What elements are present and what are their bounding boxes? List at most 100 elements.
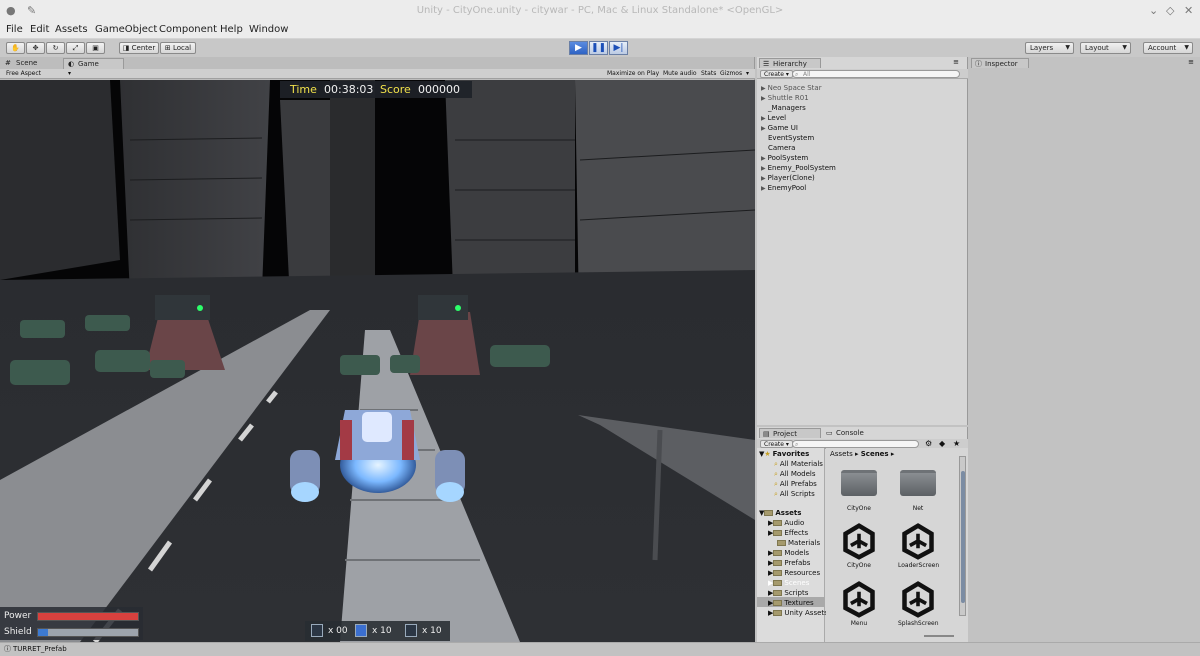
hierarchy-item[interactable]: _Managers xyxy=(768,104,806,112)
mute-audio-toggle[interactable]: Mute audio xyxy=(663,70,697,77)
menu-file[interactable]: File xyxy=(6,24,23,35)
close-icon[interactable]: ✕ xyxy=(1184,4,1193,17)
project-asset-grid: Assets ▸ Scenes ▸ CityOne Net CityOne Lo… xyxy=(826,448,968,642)
favorite-icon[interactable]: ★ xyxy=(953,439,960,448)
asset-scene[interactable]: Menu xyxy=(839,580,879,627)
menu-component[interactable]: Component xyxy=(159,24,217,35)
tree-item[interactable]: ⌕ All Scripts xyxy=(774,490,815,499)
asset-scene[interactable]: CityOne xyxy=(839,522,879,569)
menu-edit[interactable]: Edit xyxy=(30,24,49,35)
tree-label: Favorites xyxy=(772,450,810,458)
minimize-icon[interactable]: ⌄ xyxy=(1149,4,1158,17)
tab-project[interactable]: ▤ Project xyxy=(759,428,821,438)
pause-button[interactable]: ❚❚ xyxy=(589,41,608,55)
hierarchy-item[interactable]: EventSystem xyxy=(768,134,814,142)
move-icon: ✥ xyxy=(32,44,39,52)
pivot-center-button[interactable]: ◨ Center xyxy=(119,42,159,54)
hierarchy-item[interactable]: Camera xyxy=(768,144,795,152)
tab-inspector[interactable]: ⓘ Inspector xyxy=(971,58,1029,68)
hierarchy-item[interactable]: ▶ PoolSystem xyxy=(761,154,808,162)
aspect-chevron-icon[interactable]: ▾ xyxy=(68,70,71,77)
hierarchy-item[interactable]: ▶ EnemyPool xyxy=(761,184,806,192)
tree-item[interactable]: ▶ Textures xyxy=(768,599,814,607)
hierarchy-item-label: PoolSystem xyxy=(767,154,809,162)
panel-menu-icon[interactable]: ≡ xyxy=(953,58,959,66)
status-text[interactable]: TURRET_Prefab xyxy=(13,643,67,656)
tree-item[interactable]: ▶ Resources xyxy=(768,569,820,577)
tree-item[interactable]: ⌕ All Models xyxy=(774,470,816,479)
folder-icon xyxy=(773,580,783,586)
layers-dropdown[interactable]: Layers ▼ xyxy=(1025,42,1074,54)
restore-icon[interactable]: ◇ xyxy=(1166,4,1174,17)
tab-hierarchy[interactable]: ☰ Hierarchy xyxy=(759,58,821,68)
menu-assets[interactable]: Assets xyxy=(55,24,88,35)
hud-status-bars: Power Shield xyxy=(0,607,143,640)
tree-item[interactable]: Materials xyxy=(777,539,820,547)
info-icon: ⓘ xyxy=(4,645,11,653)
time-value: 00:38:03 xyxy=(324,83,374,96)
hierarchy-item[interactable]: ▶ Level xyxy=(761,114,786,122)
tree-item[interactable]: ▶ Effects xyxy=(768,529,808,537)
hierarchy-item[interactable]: ▶ Enemy_PoolSystem xyxy=(761,164,836,172)
tree-item[interactable]: ▶ Models xyxy=(768,549,809,557)
tree-item-selected[interactable]: ▶ Scenes xyxy=(768,579,809,587)
layout-dropdown[interactable]: Layout ▼ xyxy=(1080,42,1131,54)
aspect-dropdown[interactable]: Free Aspect xyxy=(6,70,41,77)
tree-item[interactable]: ▶ Scripts xyxy=(768,589,808,597)
space-local-button[interactable]: ⊞ Local xyxy=(160,42,196,54)
game-viewport[interactable]: Time 00:38:03 Score 000000 Power Shield … xyxy=(0,80,755,642)
breadcrumb-root[interactable]: Assets xyxy=(830,450,853,458)
gizmos-dropdown[interactable]: Gizmos xyxy=(720,70,742,77)
layers-label: Layers xyxy=(1030,44,1054,52)
hierarchy-item[interactable]: ▶ Player(Clone) xyxy=(761,174,815,182)
maximize-on-play-toggle[interactable]: Maximize on Play xyxy=(607,70,659,77)
asset-folder[interactable]: CityOne xyxy=(839,470,879,512)
tree-item[interactable]: ⌕ All Materials xyxy=(774,460,823,469)
gizmos-chevron-icon[interactable]: ▾ xyxy=(746,70,749,77)
hierarchy-item[interactable]: ▶ Game UI xyxy=(761,124,798,132)
tree-favorites[interactable]: ▼★ Favorites xyxy=(759,450,809,458)
rotate-tool-button[interactable]: ↻ xyxy=(46,42,65,54)
menu-window[interactable]: Window xyxy=(249,24,288,35)
scrollbar-thumb[interactable] xyxy=(961,471,965,603)
tab-game[interactable]: ◐ Game xyxy=(63,58,124,69)
asset-scrollbar[interactable] xyxy=(959,456,966,616)
project-create-button[interactable]: Create ▾ xyxy=(760,440,793,448)
step-button[interactable]: ▶| xyxy=(609,41,628,55)
scale-tool-button[interactable]: ⤢ xyxy=(66,42,85,54)
icon-size-slider[interactable] xyxy=(924,635,954,637)
asset-folder[interactable]: Net xyxy=(898,470,938,512)
play-button[interactable]: ▶ xyxy=(569,41,588,55)
menu-gameobject[interactable]: GameObject xyxy=(95,24,157,35)
tab-scene[interactable]: # Scene xyxy=(3,58,61,69)
project-search-input[interactable]: ⌕ xyxy=(792,440,919,448)
console-icon: ▭ xyxy=(826,429,833,437)
tree-item[interactable]: ▶ Prefabs xyxy=(768,559,810,567)
filter-label-icon[interactable]: ◆ xyxy=(939,439,945,448)
hierarchy-item-label: EnemyPool xyxy=(767,184,807,192)
breadcrumb-current[interactable]: Scenes xyxy=(861,450,889,458)
hierarchy-item-label: Game UI xyxy=(767,124,798,132)
asset-label: CityOne xyxy=(847,562,871,569)
asset-scene[interactable]: SplashScreen xyxy=(898,580,939,627)
tree-item[interactable]: ▶ Audio xyxy=(768,519,804,527)
tree-assets[interactable]: ▼ Assets xyxy=(759,509,801,517)
stats-toggle[interactable]: Stats xyxy=(701,70,716,77)
tab-console[interactable]: ▭ Console xyxy=(823,428,881,438)
move-tool-button[interactable]: ✥ xyxy=(26,42,45,54)
hierarchy-item-label: Enemy_PoolSystem xyxy=(767,164,836,172)
hierarchy-create-button[interactable]: Create ▾ xyxy=(760,70,793,78)
tree-label: All Scripts xyxy=(779,490,815,498)
account-dropdown[interactable]: Account ▼ xyxy=(1143,42,1193,54)
hierarchy-item[interactable]: ▶ Shuttle R01 xyxy=(761,94,809,102)
panel-menu-icon[interactable]: ≡ xyxy=(1188,58,1194,66)
hand-tool-button[interactable]: ✋ xyxy=(6,42,25,54)
tree-item[interactable]: ⌕ All Prefabs xyxy=(774,480,817,489)
rect-tool-button[interactable]: ▣ xyxy=(86,42,105,54)
hierarchy-item[interactable]: ▶ Neo Space Star xyxy=(761,84,822,92)
menu-help[interactable]: Help xyxy=(220,24,243,35)
hierarchy-search-input[interactable]: ⌕ All xyxy=(792,70,960,78)
filter-type-icon[interactable]: ⚙ xyxy=(925,439,932,448)
asset-scene[interactable]: LoaderScreen xyxy=(898,522,939,569)
tree-item[interactable]: ▶ Unity Assets xyxy=(768,609,828,617)
